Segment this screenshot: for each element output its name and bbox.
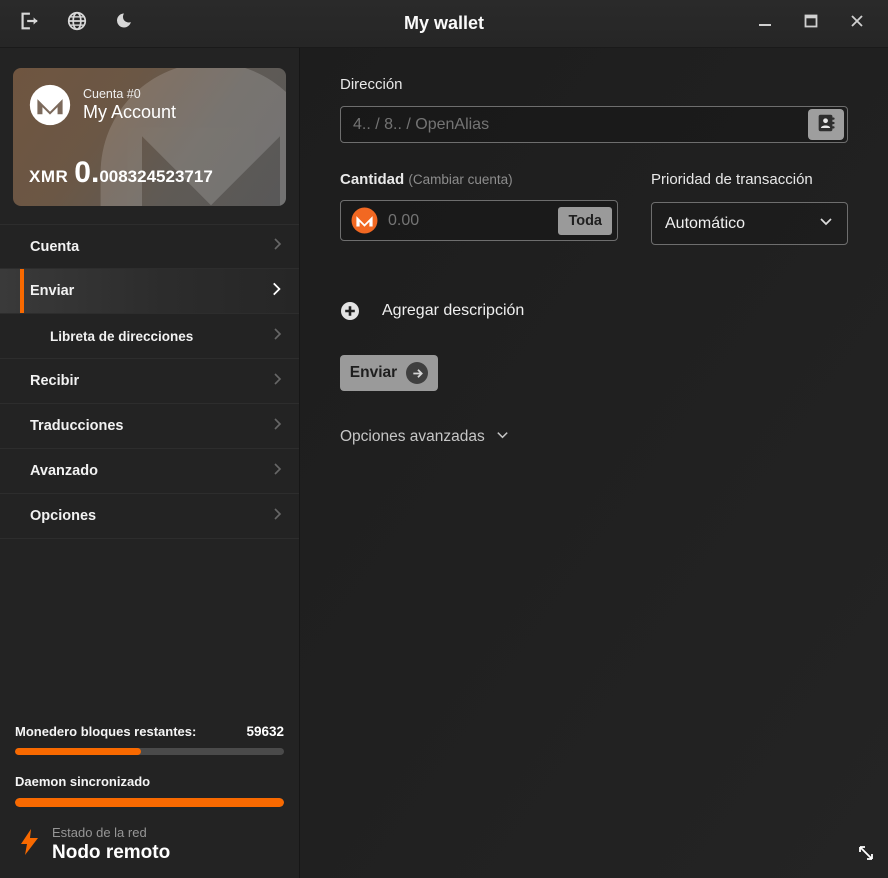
change-account-link[interactable]: (Cambiar cuenta) [408, 172, 512, 187]
sidebar-item-traducciones[interactable]: Traducciones [0, 404, 299, 449]
blocks-remaining-value: 59632 [246, 724, 284, 739]
sidebar-item-label: Cuenta [30, 239, 79, 255]
add-description-button[interactable]: Agregar descripción [340, 301, 524, 321]
monero-coin-icon [351, 207, 378, 234]
amount-label: Cantidad [340, 171, 404, 188]
advanced-options-toggle[interactable]: Opciones avanzadas [340, 427, 510, 447]
daemon-sync-label: Daemon sincronizado [15, 774, 150, 789]
close-button[interactable] [838, 7, 876, 41]
chevron-right-icon [269, 506, 285, 527]
send-button-label: Enviar [350, 364, 397, 382]
amount-input[interactable] [388, 212, 558, 230]
lightning-bolt-icon [21, 829, 38, 860]
sidebar-item-label: Libreta de direcciones [50, 329, 193, 344]
sidebar-menu: Cuenta Enviar Libreta de direcciones Rec… [0, 224, 299, 539]
theme-toggle-button[interactable] [108, 7, 142, 41]
globe-icon [66, 10, 88, 37]
add-description-label: Agregar descripción [382, 302, 524, 320]
sidebar-item-label: Avanzado [30, 463, 98, 479]
sidebar: Cuenta #0 My Account XMR 0. 008324523717… [0, 48, 300, 878]
balance-currency: XMR [29, 167, 68, 187]
chevron-right-icon [269, 236, 285, 257]
balance: XMR 0. 008324523717 [29, 156, 213, 190]
send-all-button[interactable]: Toda [558, 207, 612, 235]
amount-field: Toda [340, 200, 618, 241]
network-status-label: Estado de la red [52, 825, 170, 840]
monero-logo-icon [29, 84, 71, 126]
chevron-right-icon [269, 416, 285, 437]
maximize-icon [802, 12, 820, 35]
minimize-button[interactable] [746, 7, 784, 41]
account-name: My Account [83, 102, 176, 123]
priority-selected-value: Automático [665, 215, 745, 233]
blocks-remaining-label: Monedero bloques restantes: [15, 724, 196, 739]
sidebar-item-cuenta[interactable]: Cuenta [0, 224, 299, 269]
balance-integer: 0. [74, 156, 99, 190]
network-status[interactable]: Estado de la red Nodo remoto [15, 825, 284, 864]
language-button[interactable] [60, 7, 94, 41]
priority-label: Prioridad de transacción [651, 171, 848, 188]
send-button[interactable]: Enviar [340, 355, 438, 391]
maximize-button[interactable] [792, 7, 830, 41]
chevron-right-icon [269, 326, 285, 347]
address-label: Dirección [340, 76, 848, 93]
sidebar-item-enviar[interactable]: Enviar [0, 269, 299, 314]
moon-icon [115, 11, 135, 36]
sidebar-item-label: Enviar [30, 283, 74, 299]
wallet-sync-progressbar [15, 748, 284, 755]
address-book-icon [815, 112, 837, 137]
sidebar-item-recibir[interactable]: Recibir [0, 359, 299, 404]
network-status-value: Nodo remoto [52, 842, 170, 864]
advanced-options-label: Opciones avanzadas [340, 428, 485, 446]
chevron-down-icon [818, 213, 834, 234]
minimize-icon [756, 12, 774, 35]
sidebar-item-opciones[interactable]: Opciones [0, 494, 299, 539]
send-page: Dirección Cantidad [300, 48, 888, 878]
sidebar-item-avanzado[interactable]: Avanzado [0, 449, 299, 494]
chevron-right-icon [269, 371, 285, 392]
address-input[interactable] [340, 106, 848, 143]
daemon-sync-progress-fill [15, 798, 284, 807]
priority-select[interactable]: Automático [651, 202, 848, 245]
chevron-right-icon [269, 461, 285, 482]
resize-cursor-icon [858, 845, 874, 866]
logout-icon [18, 10, 40, 37]
close-icon [848, 12, 866, 35]
sidebar-item-label: Opciones [30, 508, 96, 524]
titlebar: My wallet [0, 0, 888, 48]
chevron-right-icon [267, 280, 285, 303]
balance-fraction: 008324523717 [99, 167, 212, 187]
chevron-down-icon [495, 427, 510, 447]
sync-status-panel: Monedero bloques restantes: 59632 Daemon… [0, 724, 299, 878]
sidebar-item-label: Recibir [30, 373, 79, 389]
account-card[interactable]: Cuenta #0 My Account XMR 0. 008324523717 [13, 68, 286, 206]
sidebar-item-label: Traducciones [30, 418, 123, 434]
address-book-button[interactable] [808, 109, 844, 140]
logout-button[interactable] [12, 7, 46, 41]
sidebar-item-libreta-de-direcciones[interactable]: Libreta de direcciones [0, 314, 299, 359]
plus-circle-icon [340, 301, 360, 321]
daemon-sync-progressbar [15, 798, 284, 807]
arrow-right-icon [406, 362, 428, 384]
wallet-sync-progress-fill [15, 748, 141, 755]
account-number-label: Cuenta #0 [83, 87, 176, 101]
